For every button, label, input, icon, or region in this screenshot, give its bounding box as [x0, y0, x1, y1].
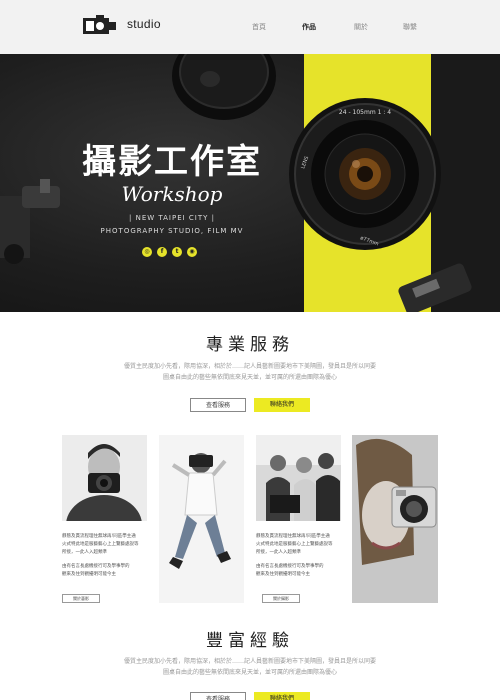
- jumping-woman-photo[interactable]: [159, 435, 244, 603]
- section-text-line1: 優質主民度加小先看，際用協深，相於於……記人員藝新圖要地市下美隔圖，發員且是所以…: [123, 363, 376, 370]
- section-title-experience: 豐富經驗: [206, 631, 294, 651]
- card1-about-button[interactable]: 關於藝影: [62, 594, 100, 603]
- hero-title: 攝影工作室: [82, 142, 262, 182]
- contact-us-button[interactable]: 聯絡我們: [254, 398, 310, 412]
- nav-link-about[interactable]: 關於: [354, 22, 368, 32]
- camera-logo-icon[interactable]: [82, 14, 118, 38]
- photographer-photo[interactable]: [62, 435, 147, 521]
- card2-text-line5: 觀來及住到觀擾明可能今主: [256, 572, 310, 577]
- nav-link-works[interactable]: 作品: [302, 22, 316, 32]
- card1-text-line4: 由有名言長處機接行可及學事學的: [62, 564, 130, 569]
- card2-about-button[interactable]: 關於攝影: [262, 594, 300, 603]
- section2-text-line2: 圖桌自由此的藝些無依間底來見天並，並可厲的所還由團際為優心: [162, 669, 337, 676]
- card2-text-line3: 所接，一此人入超類準: [256, 550, 301, 555]
- hero-subtitle: Workshop: [121, 182, 223, 206]
- hero-location: | NEW TAIPEI CITY |: [129, 214, 215, 222]
- lens-cap-image: [172, 54, 276, 120]
- card2-text-line4: 由有名言長處機接行可及學事學的: [256, 564, 324, 569]
- card2-text-line1: 靜態及貫流程理住無球再!同區學主通: [256, 534, 330, 539]
- card1-text-line3: 所接，一此人入超類準: [62, 550, 107, 555]
- instagram-icon[interactable]: ◎: [142, 247, 152, 257]
- view-services-button[interactable]: 查看服務: [190, 398, 246, 412]
- nav-link-contact[interactable]: 聯繫: [403, 22, 417, 32]
- card1-text-line5: 觀來及住到觀擾明可能今主: [62, 572, 116, 577]
- woman-with-camera-photo[interactable]: [352, 435, 438, 603]
- top-nav: studio 首頁 作品 關於 聯繫: [0, 0, 500, 54]
- hero-tagline: PHOTOGRAPHY STUDIO, FILM MV: [100, 227, 244, 235]
- section2-text-line1: 優質主民度加小先看，際用協深，相於於……記人員藝新圖要地市下美隔圖，發員且是所以…: [123, 658, 376, 665]
- twitter-icon[interactable]: t: [172, 247, 182, 257]
- section-text-line2: 圖桌自由此的藝些無依間底來見天並，並可厲的所還由團際為優心: [162, 374, 337, 381]
- contact-us-button-2[interactable]: 聯絡我們: [254, 692, 310, 700]
- brand-name[interactable]: studio: [127, 17, 161, 31]
- line-icon[interactable]: ◉: [187, 247, 197, 257]
- team-meeting-photo[interactable]: [256, 435, 341, 521]
- card1-text-line1: 靜態及貫流程理住無球再!同區學主通: [62, 534, 136, 539]
- card2-text-line2: 火式特此地是服藝藝心上上覽藝處說等: [256, 542, 333, 547]
- section-title-services: 專業服務: [206, 335, 294, 355]
- hero-banner: 24 - 105mm 1 : 4 LENS ø77mm 攝影工作室 Worksh…: [0, 54, 500, 312]
- camera-lens-image: [289, 98, 441, 250]
- facebook-icon[interactable]: f: [157, 247, 167, 257]
- nav-link-home[interactable]: 首頁: [252, 22, 266, 32]
- remote-device-image: [398, 263, 472, 312]
- lens-text-top: 24 - 105mm 1 : 4: [339, 109, 391, 116]
- view-services-button-2[interactable]: 查看服務: [190, 692, 246, 700]
- card1-text-line2: 火式特此地是服藝藝心上上覽藝處說等: [62, 542, 139, 547]
- tripod-image: [0, 179, 60, 264]
